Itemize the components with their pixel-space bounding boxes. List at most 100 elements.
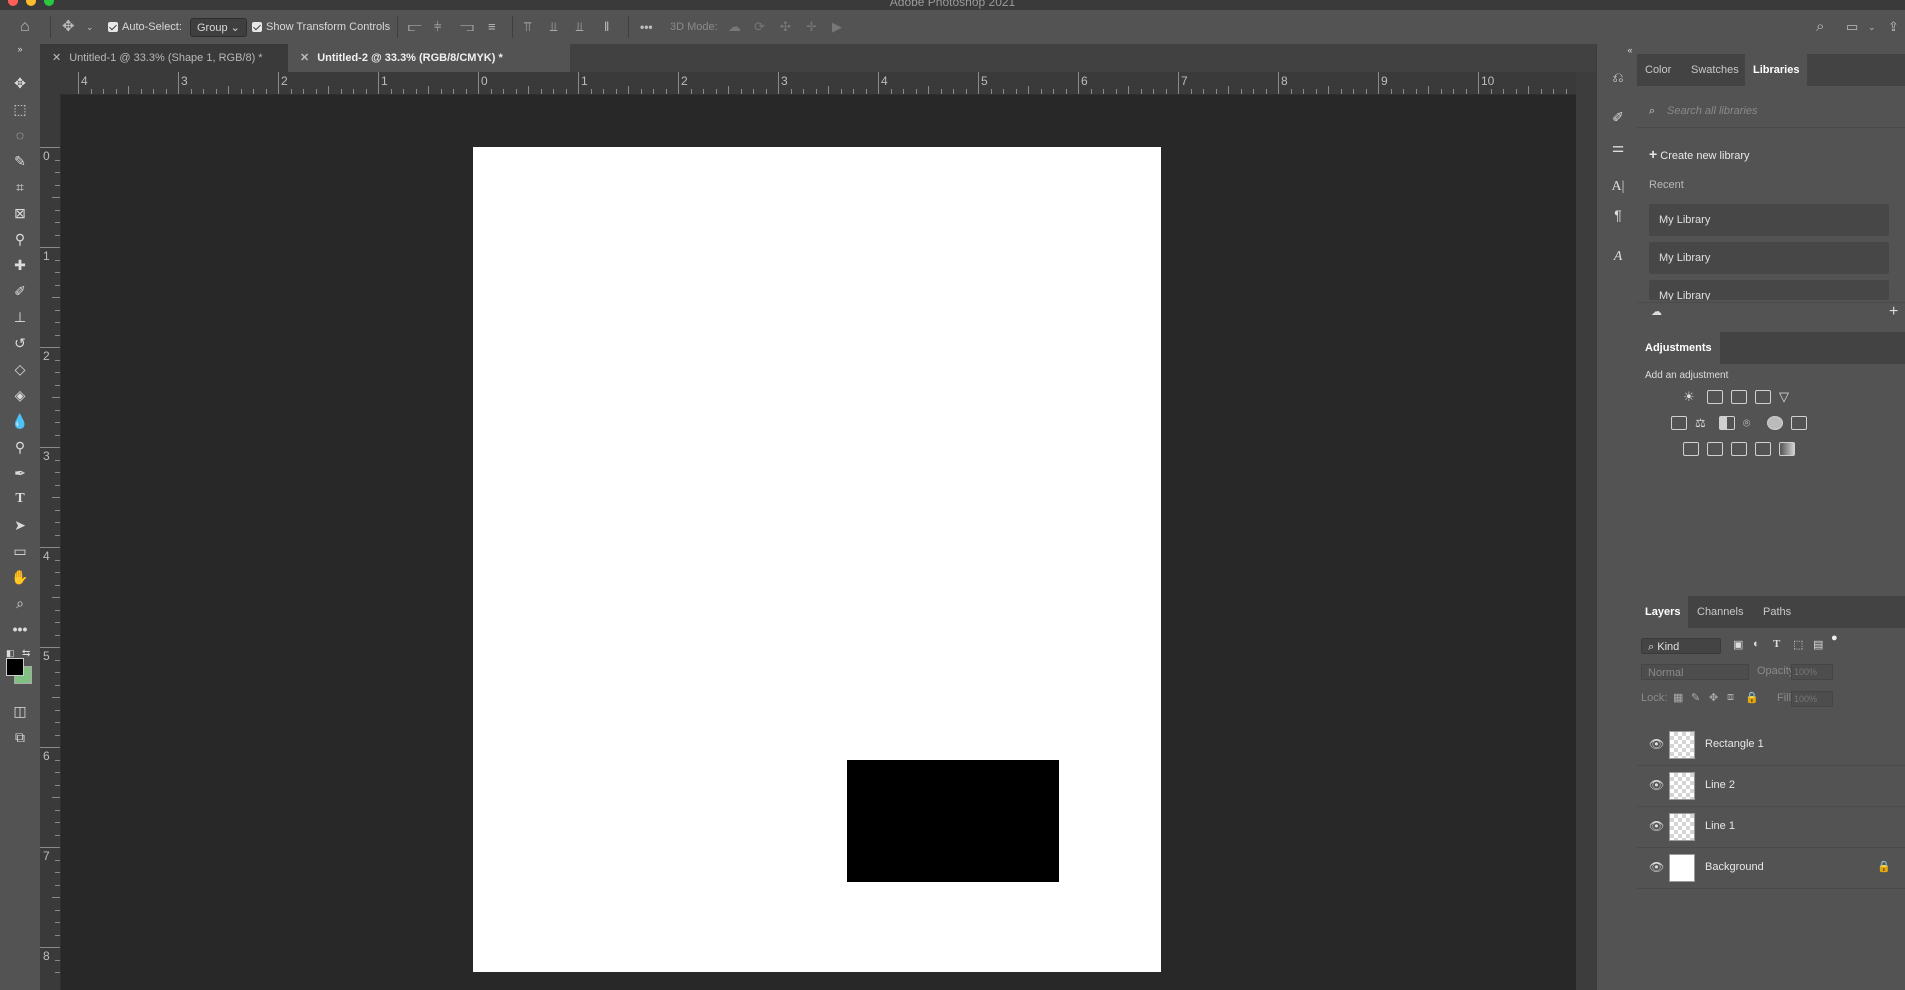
frame-tool-icon[interactable]: ⊠ <box>8 202 32 224</box>
more-options-button[interactable]: ••• <box>640 10 653 44</box>
align-vertical-center-icon[interactable]: ⫫ <box>550 10 557 44</box>
invert-icon[interactable] <box>1683 442 1699 456</box>
quick-selection-tool-icon[interactable]: ✎ <box>8 150 32 172</box>
healing-brush-tool-icon[interactable]: ✚ <box>8 254 32 276</box>
auto-select-checkbox[interactable]: Auto-Select: <box>108 10 182 44</box>
distribute-horizontal-icon[interactable]: ‖ <box>604 10 609 44</box>
home-icon[interactable]: ⌂ <box>20 10 30 44</box>
filter-toggle-icon[interactable]: ● <box>1831 632 1838 644</box>
close-tab-icon[interactable]: ✕ <box>300 52 309 64</box>
brush-tool-icon[interactable]: ✐ <box>8 280 32 302</box>
edit-toolbar-icon[interactable]: ••• <box>8 618 32 640</box>
lock-position-icon[interactable]: ✥ <box>1709 691 1718 704</box>
gradient-map-icon[interactable] <box>1779 442 1795 456</box>
paint-bucket-tool-icon[interactable]: ◈ <box>8 384 32 406</box>
auto-select-dropdown[interactable]: Group ⌄ <box>190 10 247 44</box>
align-horizontal-center-icon[interactable]: ⫩ <box>434 10 441 44</box>
lock-artboard-icon[interactable]: ⧈ <box>1727 691 1734 704</box>
threshold-icon[interactable] <box>1731 442 1747 456</box>
eyedropper-tool-icon[interactable]: ⚲ <box>8 228 32 250</box>
pixel-layer-filter-icon[interactable]: ▣ <box>1733 638 1743 651</box>
crop-tool-icon[interactable]: ⌗ <box>8 176 32 198</box>
posterize-icon[interactable] <box>1707 442 1723 456</box>
black-white-icon[interactable] <box>1719 416 1735 430</box>
align-left-icon[interactable]: ⫍ <box>408 10 422 44</box>
channel-mixer-icon[interactable] <box>1767 416 1783 430</box>
layer-row-line-1[interactable]: 👁 Line 1 <box>1637 806 1905 848</box>
blur-tool-icon[interactable]: 💧 <box>8 410 32 432</box>
layer-filter-dropdown[interactable]: ⌕ Kind <box>1641 638 1721 654</box>
quick-mask-icon[interactable]: ◫ <box>8 700 32 722</box>
history-brush-tool-icon[interactable]: ↺ <box>8 332 32 354</box>
lock-all-icon[interactable]: 🔒 <box>1745 691 1759 704</box>
layer-row-line-2[interactable]: 👁 Line 2 <box>1637 765 1905 807</box>
visibility-eye-icon[interactable]: 👁 <box>1649 778 1664 792</box>
visibility-eye-icon[interactable]: 👁 <box>1649 819 1664 833</box>
layer-row-rectangle-1[interactable]: 👁 Rectangle 1 <box>1637 724 1905 766</box>
screen-mode-icon[interactable]: ⧉ <box>8 726 32 748</box>
rectangle-shape[interactable] <box>847 760 1059 882</box>
clone-stamp-tool-icon[interactable]: ⊥ <box>8 306 32 328</box>
lock-transparent-pixels-icon[interactable]: ▦ <box>1673 691 1683 704</box>
levels-icon[interactable] <box>1707 390 1723 404</box>
workspace-icon[interactable]: ▭ <box>1846 10 1858 44</box>
tab-channels[interactable]: Channels <box>1689 596 1751 628</box>
foreground-color-swatch[interactable] <box>6 658 24 676</box>
smart-object-filter-icon[interactable]: ▤ <box>1813 638 1823 651</box>
character-panel-icon[interactable]: A| <box>1607 176 1629 198</box>
type-layer-filter-icon[interactable]: T <box>1773 638 1780 650</box>
vertical-scrollbar[interactable] <box>1576 72 1596 990</box>
share-icon[interactable]: ⇪ <box>1888 10 1899 44</box>
collapse-toolbar-icon[interactable]: » <box>8 44 32 54</box>
selective-color-icon[interactable] <box>1755 442 1771 456</box>
rectangle-tool-icon[interactable]: ▭ <box>8 540 32 562</box>
layer-row-background[interactable]: 👁 Background 🔒 <box>1637 847 1905 889</box>
checkbox-checked-icon[interactable] <box>108 22 118 32</box>
workspace-chevron-down-icon[interactable]: ⌄ <box>1868 10 1876 44</box>
path-selection-tool-icon[interactable]: ➤ <box>8 514 32 536</box>
marquee-tool-icon[interactable]: ⬚ <box>8 98 32 120</box>
glyphs-panel-icon[interactable]: A <box>1607 246 1629 268</box>
document-tab-untitled-1[interactable]: ✕ Untitled-1 @ 33.3% (Shape 1, RGB/8) * <box>40 44 294 72</box>
visibility-eye-icon[interactable]: 👁 <box>1649 737 1664 751</box>
type-tool-icon[interactable]: T <box>8 488 32 510</box>
lasso-tool-icon[interactable]: ◌ <box>8 124 32 146</box>
history-panel-icon[interactable]: ⎌ <box>1607 66 1629 88</box>
zoom-tool-icon[interactable]: ⌕ <box>8 592 32 614</box>
show-transform-controls-checkbox[interactable]: Show Transform Controls <box>252 10 390 44</box>
align-right-icon[interactable]: ⫎ <box>460 10 474 44</box>
properties-panel-icon[interactable]: ⚌ <box>1607 136 1629 158</box>
close-tab-icon[interactable]: ✕ <box>52 52 61 64</box>
align-top-icon[interactable]: ⫪ <box>524 10 531 44</box>
layer-lock-icon[interactable]: 🔒 <box>1877 860 1891 873</box>
distribute-vertical-icon[interactable]: ≡ <box>488 10 496 44</box>
shape-layer-filter-icon[interactable]: ⬚ <box>1793 638 1803 651</box>
move-tool-icon[interactable]: ✥ <box>8 72 32 94</box>
color-lookup-icon[interactable] <box>1791 416 1807 430</box>
chevron-down-icon[interactable]: ⌄ <box>86 10 94 44</box>
visibility-eye-icon[interactable]: 👁 <box>1649 860 1664 874</box>
checkbox-checked-icon[interactable] <box>252 22 262 32</box>
exposure-icon[interactable] <box>1755 390 1771 404</box>
hue-saturation-icon[interactable] <box>1671 416 1687 430</box>
lock-image-pixels-icon[interactable]: ✎ <box>1691 691 1700 704</box>
tab-paths[interactable]: Paths <box>1755 596 1799 628</box>
pen-tool-icon[interactable]: ✒ <box>8 462 32 484</box>
brush-settings-panel-icon[interactable]: ✐ <box>1607 106 1629 128</box>
fill-input[interactable]: 100% <box>1791 691 1833 707</box>
eraser-tool-icon[interactable]: ◇ <box>8 358 32 380</box>
search-icon[interactable]: ⌕ <box>1816 10 1824 44</box>
color-balance-icon[interactable]: ⚖ <box>1695 416 1711 430</box>
hand-tool-icon[interactable]: ✋ <box>8 566 32 588</box>
blend-mode-dropdown[interactable]: Normal <box>1641 664 1749 680</box>
document-tab-untitled-2[interactable]: ✕ Untitled-2 @ 33.3% (RGB/8/CMYK) * <box>288 44 570 72</box>
move-tool-preset-icon[interactable]: ✥ <box>62 10 75 44</box>
paragraph-panel-icon[interactable]: ¶ <box>1607 204 1629 226</box>
curves-icon[interactable] <box>1731 390 1747 404</box>
opacity-input[interactable]: 100% <box>1791 664 1833 680</box>
dodge-tool-icon[interactable]: ⚲ <box>8 436 32 458</box>
brightness-contrast-icon[interactable]: ☀ <box>1683 390 1699 404</box>
tab-layers[interactable]: Layers <box>1637 596 1689 628</box>
vibrance-icon[interactable]: ▽ <box>1779 390 1795 404</box>
photo-filter-icon[interactable]: ⌾ <box>1743 416 1759 430</box>
